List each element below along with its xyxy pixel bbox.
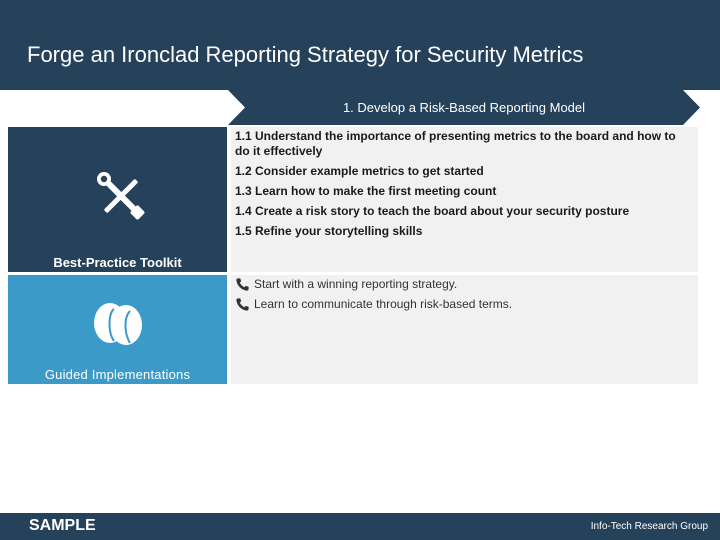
toolkit-step: 1.1 Understand the importance of present… [235,129,676,158]
toolkit-step: 1.5 Refine your storytelling skills [235,224,423,238]
phase-label: 1. Develop a Risk-Based Reporting Model [342,100,586,115]
tools-icon [97,172,145,220]
call-item: Start with a winning reporting strategy. [235,276,457,292]
footer-bar: SAMPLE Info-Tech Research Group [0,513,720,540]
people-heads-icon [94,303,142,345]
phone-icon [236,297,249,311]
best-practice-toolkit-tile: Best-Practice Toolkit [8,127,227,272]
call-item-label: Start with a winning reporting strategy. [254,277,458,291]
toolkit-label: Best-Practice Toolkit [53,255,182,270]
phone-icon [236,277,249,291]
call-item-label: Learn to communicate through risk-based … [254,297,513,311]
slide-title: Forge an Ironclad Reporting Strategy for… [27,42,584,67]
toolkit-steps-panel: 1.1 Understand the importance of present… [231,127,698,272]
title-bar: Forge an Ironclad Reporting Strategy for… [0,0,720,90]
toolkit-step: 1.2 Consider example metrics to get star… [235,164,484,178]
call-item: Learn to communicate through risk-based … [235,296,512,312]
guided-calls-panel: Start with a winning reporting strategy.… [231,275,698,384]
guided-label: Guided Implementations [44,367,191,382]
guided-implementations-tile: Guided Implementations [8,275,227,384]
brand-label: Info-Tech Research Group [590,521,708,532]
toolkit-step: 1.3 Learn how to make the first meeting … [235,184,497,198]
sample-label: SAMPLE [29,517,96,534]
toolkit-step: 1.4 Create a risk story to teach the boa… [235,204,630,218]
phase-banner: 1. Develop a Risk-Based Reporting Model [228,90,700,125]
